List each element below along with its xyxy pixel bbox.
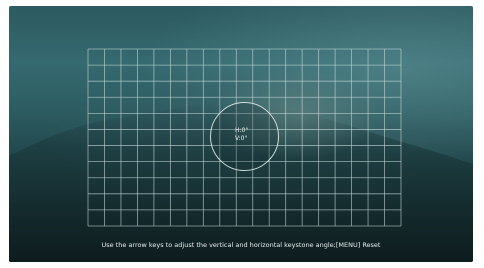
vertical-angle-value: V:0°: [235, 135, 248, 142]
keystone-screen: H:0° V:0° Use the arrow keys to adjust t…: [9, 6, 473, 262]
keystone-readout: H:0° V:0°: [235, 127, 275, 143]
instruction-text: Use the arrow keys to adjust the vertica…: [101, 241, 381, 249]
horizontal-angle-value: H:0°: [235, 127, 249, 134]
